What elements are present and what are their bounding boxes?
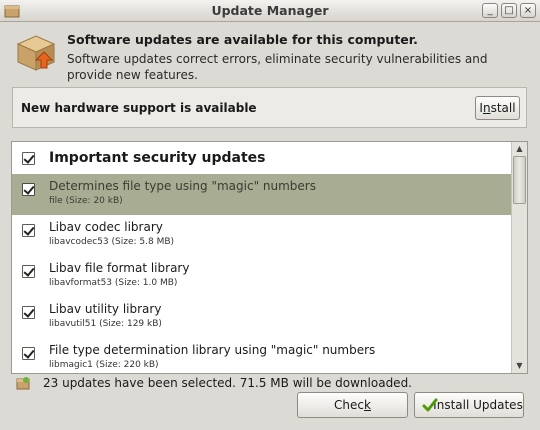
install-updates-label: Install Updates [433, 398, 523, 412]
package-update-icon [16, 35, 56, 71]
item-name: Libav file format library [49, 261, 190, 275]
item-package: libmagic1 (Size: 220 kB) [49, 360, 159, 370]
item-checkbox[interactable] [22, 183, 35, 196]
group-row-security[interactable]: Important security updates [12, 142, 511, 174]
install-updates-button[interactable]: Install Updates [414, 392, 524, 418]
check-mnemonic: k [364, 398, 371, 412]
minimize-icon[interactable]: _ [482, 3, 498, 18]
group-checkbox[interactable] [22, 152, 35, 165]
selection-summary: 23 updates have been selected. 71.5 MB w… [43, 376, 412, 390]
item-name: Libav codec library [49, 220, 163, 234]
item-package: libavutil51 (Size: 129 kB) [49, 319, 162, 329]
window-title: Update Manager [211, 3, 329, 18]
item-name: Libav utility library [49, 302, 162, 316]
item-package: libavcodec53 (Size: 5.8 MB) [49, 237, 175, 247]
item-checkbox[interactable] [22, 347, 35, 360]
package-status-icon [16, 377, 30, 390]
item-checkbox[interactable] [22, 306, 35, 319]
group-label: Important security updates [49, 150, 266, 166]
header-title: Software updates are available for this … [67, 32, 418, 47]
list-item[interactable]: Determines file type using "magic" numbe… [12, 174, 511, 215]
check-button[interactable]: Check [297, 392, 408, 418]
item-package: libavformat53 (Size: 1.0 MB) [49, 278, 178, 288]
item-checkbox[interactable] [22, 265, 35, 278]
item-package: file (Size: 20 kB) [49, 196, 123, 206]
list-scrollbar[interactable]: ▲ ▼ [511, 142, 527, 373]
scroll-down-arrow-icon[interactable]: ▼ [512, 360, 527, 372]
updates-list[interactable]: Important security updates Determines fi… [11, 141, 528, 374]
list-item[interactable]: Libav codec library libavcodec53 (Size: … [12, 215, 511, 256]
title-bar: Update Manager _ □ × [0, 0, 540, 22]
check-label-part: Chec [334, 398, 364, 412]
list-item[interactable]: Libav utility library libavutil51 (Size:… [12, 297, 511, 338]
checkmark-icon [422, 398, 438, 412]
maximize-icon[interactable]: □ [501, 3, 517, 18]
hardware-support-label: New hardware support is available [21, 101, 257, 115]
install-hardware-button[interactable]: Install [475, 96, 520, 120]
list-item[interactable]: Libav file format library libavformat53 … [12, 256, 511, 297]
item-name: Determines file type using "magic" numbe… [49, 179, 316, 193]
item-checkbox[interactable] [22, 224, 35, 237]
close-icon[interactable]: × [520, 3, 536, 18]
scroll-up-arrow-icon[interactable]: ▲ [512, 143, 527, 155]
item-name: File type determination library using "m… [49, 343, 376, 357]
header-description: Software updates correct errors, elimina… [67, 52, 488, 82]
install-hardware-label-part: stall [490, 101, 516, 115]
scrollbar-thumb[interactable] [513, 156, 526, 204]
install-hardware-mnemonic: n [482, 101, 491, 115]
hardware-support-banner: New hardware support is available Instal… [12, 87, 527, 128]
list-item[interactable]: File type determination library using "m… [12, 338, 511, 373]
